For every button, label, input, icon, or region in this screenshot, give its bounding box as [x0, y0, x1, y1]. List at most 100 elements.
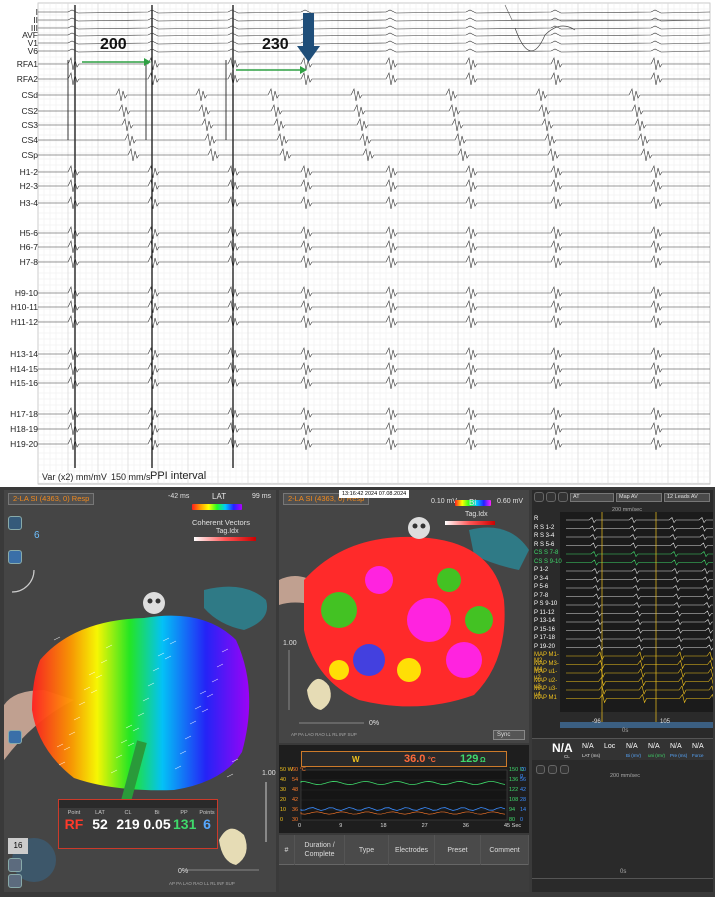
lead-label: H17-18 — [10, 409, 38, 419]
lead-label: RFA1 — [16, 59, 38, 69]
voltage-region — [365, 566, 393, 594]
stat-value: N/A — [692, 743, 704, 750]
signal-lead-label: R S 3-4 — [534, 533, 555, 539]
lat-slider-bottom: 0% — [178, 868, 189, 875]
force-axis-label: 14 — [520, 807, 527, 813]
voltage-region — [407, 598, 451, 642]
stat-value: N/A — [648, 743, 660, 750]
stat-head: Bi (mV) — [626, 753, 641, 758]
lat-view-labels[interactable]: AP PA LAO RAO LL RL INF SUP — [169, 881, 235, 886]
signal-lead-label: P 11-12 — [534, 609, 555, 616]
voltage-region — [437, 568, 461, 592]
lat-slider-track[interactable] — [265, 782, 267, 842]
table-column-header[interactable]: Duration / Complete — [295, 835, 345, 865]
stat-head: Pre (ms) — [670, 753, 688, 758]
pointer-icon-2[interactable] — [536, 765, 545, 774]
lat-col: LAT 52 — [92, 810, 108, 832]
pointer-tool-button[interactable] — [8, 516, 22, 530]
power-axis-label: 0 — [280, 817, 284, 823]
signal-lead-label: P 13-14 — [534, 618, 555, 624]
mapping-system-window: 2-LA SI (4363, 0) Resp -42 ms LAT 99 ms … — [0, 487, 715, 897]
temp-axis-label: 42 — [292, 797, 299, 803]
orientation-heart-icon — [307, 678, 331, 710]
signal-lead-label: P 19-20 — [534, 643, 555, 650]
ablation-graph-pane: W 36.0 °C 129 Ω 50 W 40 30 20 10 0 60 °C 54 48 42… — [279, 745, 529, 833]
voltage-region — [465, 606, 493, 634]
speed-bottom: 200 mm/sec — [610, 773, 640, 779]
table-column-header[interactable]: Type — [345, 835, 389, 865]
marker-left: -96 — [592, 719, 601, 725]
marker-right: 105 — [660, 719, 671, 725]
ppi-label: PPI interval — [150, 470, 207, 482]
vector-arrow — [226, 773, 234, 778]
lead-label: RFA2 — [16, 74, 38, 84]
zero-top: 0s — [622, 728, 629, 734]
power-axis-label: 10 — [280, 807, 287, 813]
sync-dropdown[interactable]: Sync — [493, 730, 525, 740]
stat-value: N/A — [670, 743, 682, 750]
signal-lead-label: P 3-4 — [534, 575, 549, 582]
signal-lead-label: P 7-8 — [534, 592, 549, 599]
temp-axis-label: 36 — [292, 807, 299, 813]
bipolar-map-pane[interactable]: 2-LA SI (4363, 0) Resp 13:16:42 2024 07.… — [279, 490, 529, 743]
bi-map-3d-view[interactable] — [279, 490, 529, 743]
table-column-header[interactable]: Electrodes — [389, 835, 435, 865]
vector-arrow — [53, 636, 61, 641]
lead-label: H3-4 — [19, 198, 38, 208]
bi-view-labels[interactable]: AP PA LAO RAO LL RL INF SUP — [291, 732, 357, 737]
signal-lead-label: P 17-18 — [534, 635, 555, 641]
page-number-box[interactable]: 16 — [8, 838, 28, 854]
settings-gear-button[interactable] — [8, 730, 22, 744]
time-axis-label: 18 — [380, 823, 387, 829]
lead-label: V6 — [27, 46, 38, 56]
speed-label: 150 mm/s — [111, 472, 151, 482]
screen: I II III AVF V1 V6 RFA1 RFA2 CSd CS2 CS3 CS4 CSp H1-2… — [0, 0, 715, 897]
ablation-table[interactable]: # Duration / Complete Type Electrodes Preset… — [279, 835, 529, 892]
temp-axis-label: 54 — [292, 777, 299, 783]
grid-tool-button[interactable] — [8, 550, 22, 564]
impedance-axis-label: 108 — [509, 797, 519, 803]
signal-lead-label: P 5-6 — [534, 584, 549, 590]
move-icon[interactable] — [548, 765, 557, 774]
table-column-header[interactable]: Preset — [435, 835, 481, 865]
lead-label: H18-19 — [10, 424, 38, 434]
voltage-region — [397, 658, 421, 682]
point-info-box: Point RF LAT 52 CL 219 Bi 0.05 PP 131 Po… — [58, 799, 218, 849]
bottom-timeline — [532, 878, 713, 879]
catheter-eye — [155, 598, 161, 604]
lead-label: CS3 — [21, 120, 38, 130]
lead-label: H9-10 — [14, 288, 38, 298]
stat-value: Loc — [604, 743, 616, 750]
time-axis-label: 45 Sec — [504, 823, 522, 829]
lead-label: H5-6 — [19, 228, 38, 238]
refresh-icon-2[interactable] — [560, 765, 569, 774]
timeline-bar — [560, 722, 713, 728]
voltage-region — [329, 660, 349, 680]
cl-head: CL — [564, 754, 570, 759]
catheter-eye — [412, 523, 418, 529]
table-column-header[interactable]: # — [279, 835, 295, 865]
catheter-eye — [147, 598, 153, 604]
signal-lead-label: P 1-2 — [534, 567, 549, 573]
signal-lead-label: MAP M1 — [534, 694, 557, 701]
ecg-grid — [37, 2, 711, 485]
bi-slider-top: 1.00 — [283, 640, 297, 647]
point-stats-bar: N/A CL N/A LAT (ms) Loc N/A Bi (mV) N/A uni (m… — [532, 738, 713, 760]
lead-label: H14-15 — [10, 364, 38, 374]
counter-value: 6 — [34, 530, 40, 541]
signals-pane[interactable]: AT Map AV 12 Leads AV 200 mm/sec R R S 1… — [532, 490, 713, 892]
power-axis-label: 20 — [280, 797, 287, 803]
tool-button-2[interactable] — [8, 874, 22, 888]
plot-area — [300, 769, 508, 821]
time-axis-label: 9 — [339, 823, 343, 829]
lat-map-pane[interactable]: 2-LA SI (4363, 0) Resp -42 ms LAT 99 ms … — [4, 490, 276, 892]
bi-slider-bottom: 0% — [369, 720, 380, 727]
table-column-header[interactable]: Comment — [481, 835, 529, 865]
voltage-region — [353, 644, 385, 676]
tool-button-1[interactable] — [8, 858, 22, 872]
catheter-tip-icon — [408, 517, 430, 539]
impedance-axis-label: 122 — [509, 787, 519, 793]
signal-lead-label: R S 5-6 — [534, 541, 555, 548]
stat-head: uni (mV) — [648, 753, 666, 758]
lead-label: H1-2 — [19, 167, 38, 177]
